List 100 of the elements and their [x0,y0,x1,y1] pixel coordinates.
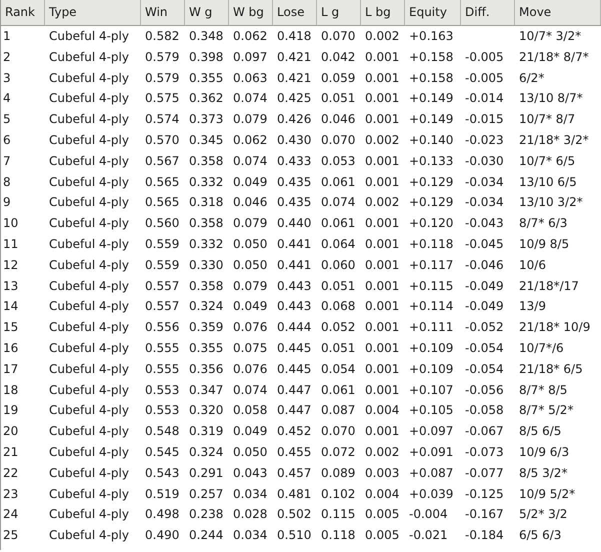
column-header[interactable]: W g [185,0,229,25]
table-cell: 0.001 [365,424,400,438]
table-cell: -0.030 [465,154,504,168]
table-cell: 10/9 6/3 [519,444,570,459]
column-header[interactable]: Diff. [461,0,515,25]
table-cell: -0.184 [465,528,504,542]
table-cell: 0.556 [145,320,180,334]
table-cell: 21/18* 3/2* [519,132,589,147]
table-cell: 0.445 [277,362,312,376]
table-cell: 22 [3,466,18,480]
table-cell: Cubeful 4-ply [49,50,129,64]
table-cell: 0.559 [145,236,180,251]
table-cell: -0.067 [465,424,504,438]
table-cell: 0.555 [145,362,180,376]
table-cell: 6/5 6/3 [519,528,562,542]
table-cell: Cubeful 4-ply [49,299,129,314]
column-header[interactable]: Win [141,0,185,25]
table-cell: 5 [3,112,11,126]
table-cell: 20 [3,424,18,438]
table-cell: 0.052 [321,320,356,334]
table-cell: 0.051 [321,278,356,293]
table-cell: 8/5 3/2* [519,466,568,480]
table-cell: 0.347 [189,382,224,397]
table-cell: Cubeful 4-ply [49,216,129,230]
table-cell: 0.435 [277,174,312,189]
table-cell: 0.519 [145,486,180,501]
table-cell: 0.079 [233,216,268,230]
table-cell: 0.553 [145,403,180,418]
table-cell: 24 [3,507,18,522]
column-header[interactable]: L g [317,0,361,25]
table-cell: 0.051 [321,340,356,355]
table-cell: -0.058 [465,403,504,418]
column-header[interactable]: Move [515,0,601,25]
table-cell: 0.049 [233,424,268,438]
table-cell: 0.043 [233,466,268,480]
table-cell: 0.074 [233,382,268,397]
table-cell: 0.447 [277,403,312,418]
table-cell: 0.074 [321,195,356,210]
table-cell: 0.433 [277,154,312,168]
table-cell: 0.324 [189,299,224,314]
table-cell: -0.021 [409,528,448,542]
table-cell: +0.118 [409,236,454,251]
table-cell: +0.109 [409,362,454,376]
table-cell: Cubeful 4-ply [49,29,129,43]
table-cell: 0.034 [233,486,268,501]
table-cell: -0.052 [465,320,504,334]
table-cell: 0.002 [365,132,400,147]
column-header[interactable]: Equity [405,0,461,25]
table-cell: Cubeful 4-ply [49,444,129,459]
table-cell: 0.421 [277,70,312,85]
table-cell: 0.490 [145,528,180,542]
table-cell: 0.358 [189,216,224,230]
table-cell: 0.034 [233,528,268,542]
table-cell: 10/9 8/5 [519,236,570,251]
table-cell: 0.238 [189,507,224,522]
table-cell: Cubeful 4-ply [49,112,129,126]
table-cell: 3 [3,70,11,85]
column-header[interactable]: Lose [273,0,317,25]
column-header[interactable]: L bg [361,0,405,25]
table-cell: 0.324 [189,444,224,459]
column-header[interactable]: W bg [229,0,273,25]
table-cell: 0.001 [365,91,400,106]
table-cell: 14 [3,299,18,314]
table-cell: 0.425 [277,91,312,106]
table-cell: 0.001 [365,216,400,230]
table-cell: 0.053 [321,154,356,168]
table-cell: 8 [3,174,11,189]
table-cell: 0.001 [365,340,400,355]
table-cell: 6 [3,132,11,147]
table-cell: 0.510 [277,528,312,542]
table-cell: 10 [3,216,18,230]
table-cell: 0.076 [233,320,268,334]
table-cell: -0.043 [465,216,504,230]
table-cell: -0.046 [465,258,504,272]
table-cell: -0.125 [465,486,504,501]
table-cell: 0.049 [233,174,268,189]
table-cell: 0.046 [321,112,356,126]
table-cell: 13 [3,278,18,293]
column-header[interactable]: Type [45,0,141,25]
table-cell: +0.129 [409,195,454,210]
table-cell: 0.560 [145,216,180,230]
table-cell: 0.574 [145,112,180,126]
table-cell: 0.001 [365,174,400,189]
table-cell: 0.362 [189,91,224,106]
table-cell: Cubeful 4-ply [49,236,129,251]
table-cell: -0.005 [465,70,504,85]
table-cell: 0.291 [189,466,224,480]
table-cell: 10/9 5/2* [519,486,576,501]
table-cell: 0.005 [365,528,400,542]
table-cell: Cubeful 4-ply [49,91,129,106]
table-cell: 0.118 [321,528,356,542]
table-cell: 12 [3,258,18,272]
table-cell: 0.050 [233,444,268,459]
column-header[interactable]: Rank [1,0,45,25]
table-cell: +0.140 [409,132,454,147]
table-cell: 0.042 [321,50,356,64]
table-cell: 8/7* 8/5 [519,382,568,397]
table-cell: +0.097 [409,424,454,438]
table-cell: -0.014 [465,91,504,106]
table-cell: 5/2* 3/2 [519,507,568,522]
